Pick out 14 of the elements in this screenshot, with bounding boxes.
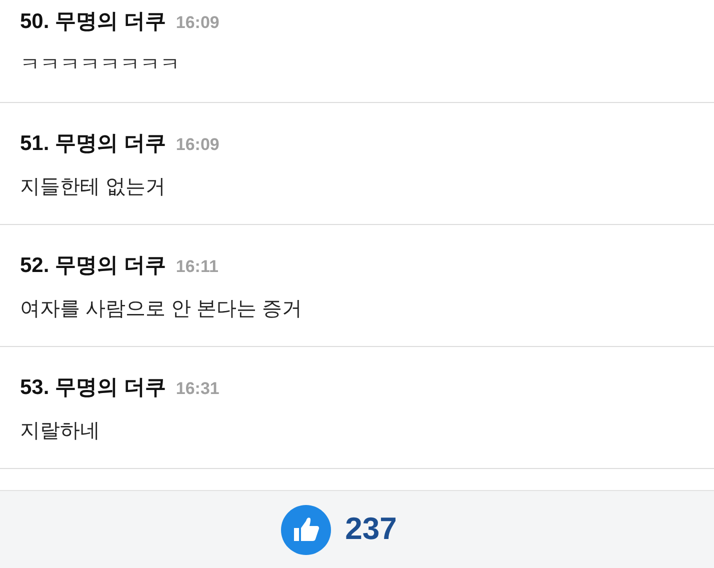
comment-text: 지랄하네 <box>20 419 101 444</box>
comment-time: 16:09 <box>176 12 220 34</box>
thumbs-up-icon[interactable] <box>281 504 332 554</box>
comment-text: ㅋㅋㅋㅋㅋㅋㅋㅋ <box>20 53 181 78</box>
comment-author: 52. 무명의 더쿠 <box>20 253 166 279</box>
comment-author: 50. 무명의 더쿠 <box>20 9 166 35</box>
comment-text: 지들한테 없는거 <box>20 175 167 200</box>
comment-author: 51. 무명의 더쿠 <box>20 131 166 157</box>
comment-author: 53. 무명의 더쿠 <box>20 375 166 401</box>
comment-time: 16:11 <box>176 256 218 278</box>
comment-time: 16:31 <box>176 378 220 400</box>
comment-time: 16:09 <box>176 134 220 156</box>
comment-text: 여자를 사람으로 안 본다는 증거 <box>20 297 304 322</box>
like-count: 237 <box>345 510 397 548</box>
